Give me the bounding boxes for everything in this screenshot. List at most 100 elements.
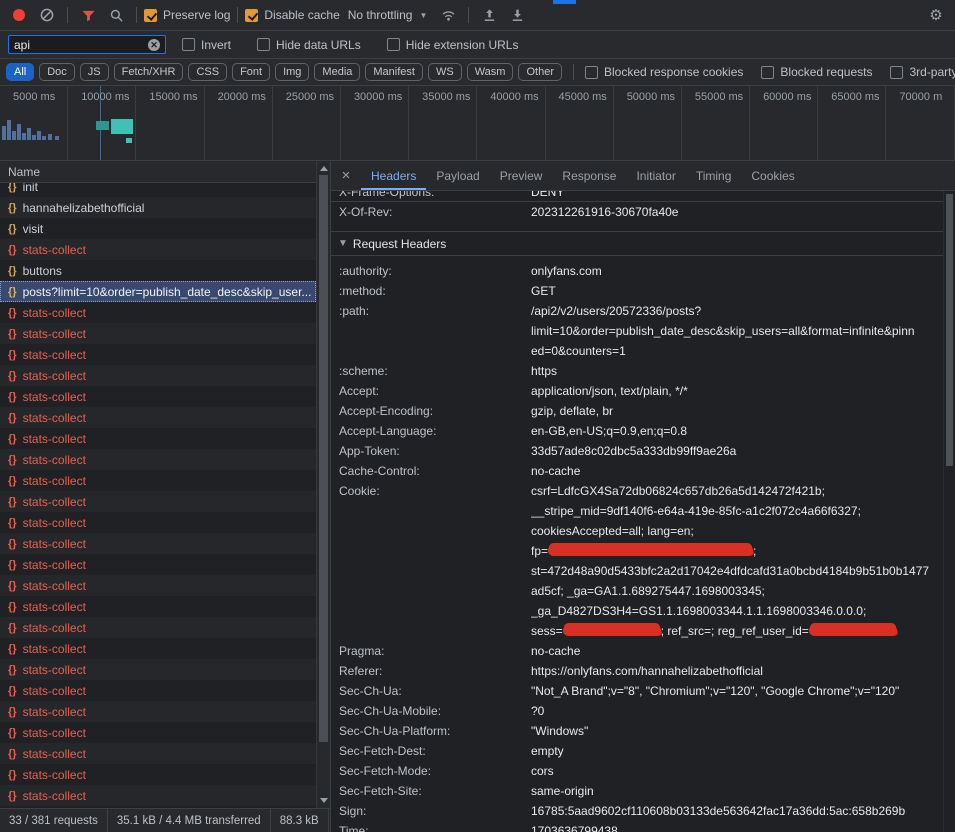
request-list-scrollbar[interactable] bbox=[316, 161, 330, 808]
header-row: Sec-Fetch-Dest: empty bbox=[331, 741, 943, 761]
tab-cookies[interactable]: Cookies bbox=[741, 161, 804, 190]
type-filter-wasm[interactable]: Wasm bbox=[467, 63, 514, 81]
request-row[interactable]: {} stats-collect bbox=[0, 743, 316, 764]
request-row[interactable]: {} hannahelizabethofficial bbox=[0, 197, 316, 218]
tab-payload[interactable]: Payload bbox=[426, 161, 489, 190]
details-scrollbar[interactable] bbox=[943, 191, 955, 832]
request-row[interactable]: {} stats-collect bbox=[0, 302, 316, 323]
type-filter-img[interactable]: Img bbox=[275, 63, 309, 81]
request-row[interactable]: {} stats-collect bbox=[0, 680, 316, 701]
scroll-up-icon[interactable] bbox=[320, 166, 328, 171]
scrollbar-thumb[interactable] bbox=[319, 175, 328, 742]
network-overview-timeline[interactable]: 5000 ms10000 ms15000 ms20000 ms25000 ms3… bbox=[0, 86, 955, 161]
request-row[interactable]: {} stats-collect bbox=[0, 365, 316, 386]
record-button[interactable] bbox=[6, 4, 32, 26]
filter-toggle-button[interactable] bbox=[75, 4, 101, 26]
type-filter-bar: All Doc JS Fetch/XHRCSS Font Img Media Manifest… bbox=[0, 59, 955, 86]
request-row[interactable]: {} stats-collect bbox=[0, 323, 316, 344]
request-row[interactable]: {} posts?limit=10&order=publish_date_des… bbox=[0, 281, 316, 302]
type-filter-other[interactable]: Other bbox=[518, 63, 562, 81]
request-row[interactable]: {} stats-collect bbox=[0, 701, 316, 722]
header-value: GET bbox=[531, 281, 935, 301]
type-filter-js[interactable]: JS bbox=[80, 63, 109, 81]
request-row[interactable]: {} stats-collect bbox=[0, 407, 316, 428]
checkbox-hide-data-urls[interactable]: Hide data URLs bbox=[257, 38, 361, 52]
export-har-button[interactable] bbox=[476, 4, 502, 26]
tab-timing[interactable]: Timing bbox=[686, 161, 742, 190]
header-row: Accept-Encoding: gzip, deflate, br bbox=[331, 401, 943, 421]
request-row[interactable]: {} stats-collect bbox=[0, 554, 316, 575]
search-button[interactable] bbox=[103, 4, 129, 26]
throttling-dropdown[interactable]: No throttling ▼ bbox=[342, 8, 434, 22]
request-row[interactable]: {} stats-collect bbox=[0, 239, 316, 260]
request-row[interactable]: {} buttons bbox=[0, 260, 316, 281]
scroll-down-icon[interactable] bbox=[320, 798, 328, 803]
checkbox-invert[interactable]: Invert bbox=[182, 38, 231, 52]
type-filter-manifest[interactable]: Manifest bbox=[365, 63, 423, 81]
type-filter-ws[interactable]: WS bbox=[428, 63, 462, 81]
details-tabs: HeadersPayloadPreviewResponseInitiatorTi… bbox=[361, 161, 805, 190]
request-name: stats-collect bbox=[23, 789, 86, 803]
toolbar-divider bbox=[136, 7, 137, 23]
type-filter-font[interactable]: Font bbox=[232, 63, 270, 81]
header-row: Referer: https://onlyfans.com/hannaheliz… bbox=[331, 661, 943, 681]
throttling-value: No throttling bbox=[348, 8, 413, 22]
request-row[interactable]: {} stats-collect bbox=[0, 575, 316, 596]
clear-button[interactable] bbox=[34, 4, 60, 26]
checkbox-blocked-response-cookies[interactable]: Blocked response cookies bbox=[585, 65, 743, 79]
preserve-log-checkbox[interactable]: Preserve log bbox=[144, 8, 230, 22]
failed-resource-icon: {} bbox=[8, 643, 17, 655]
request-row[interactable]: {} stats-collect bbox=[0, 785, 316, 806]
checkbox-hide-extension-urls[interactable]: Hide extension URLs bbox=[387, 38, 519, 52]
request-name: stats-collect bbox=[23, 369, 86, 383]
request-row[interactable]: {} stats-collect bbox=[0, 764, 316, 785]
request-row[interactable]: {} stats-collect bbox=[0, 533, 316, 554]
tab-response[interactable]: Response bbox=[552, 161, 626, 190]
type-filter-media[interactable]: Media bbox=[314, 63, 360, 81]
request-row[interactable]: {} stats-collect bbox=[0, 638, 316, 659]
request-row[interactable]: {} stats-collect bbox=[0, 617, 316, 638]
checkbox-blocked-requests[interactable]: Blocked requests bbox=[761, 65, 872, 79]
checkbox-3rd-party-requests[interactable]: 3rd-party requests bbox=[890, 65, 955, 79]
tab-headers[interactable]: Headers bbox=[361, 161, 426, 190]
request-row[interactable]: {} stats-collect bbox=[0, 386, 316, 407]
request-name: stats-collect bbox=[23, 558, 86, 572]
request-row[interactable]: {} stats-collect bbox=[0, 344, 316, 365]
request-row[interactable]: {} stats-collect bbox=[0, 470, 316, 491]
filter-input[interactable]: api ✕ bbox=[8, 35, 166, 54]
checkbox-label: Blocked response cookies bbox=[604, 65, 743, 79]
scrollbar-thumb[interactable] bbox=[946, 194, 953, 466]
name-column-header[interactable]: Name bbox=[0, 161, 316, 183]
request-row[interactable]: {} stats-collect bbox=[0, 512, 316, 533]
type-filter-doc[interactable]: Doc bbox=[39, 63, 75, 81]
request-row[interactable]: {} stats-collect bbox=[0, 659, 316, 680]
close-details-button[interactable]: × bbox=[331, 161, 361, 190]
request-list: {} init {} hannahelizabethofficial {} vi… bbox=[0, 176, 316, 808]
clear-filter-icon[interactable]: ✕ bbox=[148, 39, 160, 51]
disable-cache-checkbox[interactable]: Disable cache bbox=[245, 8, 339, 22]
import-har-button[interactable] bbox=[504, 4, 530, 26]
request-headers-section[interactable]: ▼ Request Headers bbox=[331, 231, 943, 256]
request-row[interactable]: {} stats-collect bbox=[0, 596, 316, 617]
network-main: Name {} init {} hannahelizabethofficial … bbox=[0, 161, 955, 832]
type-filter-all[interactable]: All bbox=[6, 63, 34, 81]
network-conditions-button[interactable] bbox=[435, 4, 461, 26]
request-row[interactable]: {} stats-collect bbox=[0, 428, 316, 449]
header-name: Time: bbox=[339, 821, 531, 832]
header-name: Pragma: bbox=[339, 641, 531, 661]
json-resource-icon: {} bbox=[8, 223, 17, 235]
request-row[interactable]: {} stats-collect bbox=[0, 722, 316, 743]
record-icon bbox=[13, 9, 25, 21]
request-row[interactable]: {} visit bbox=[0, 218, 316, 239]
type-filter-fetch-xhr[interactable]: Fetch/XHR bbox=[114, 63, 184, 81]
request-row[interactable]: {} stats-collect bbox=[0, 449, 316, 470]
checkbox-box bbox=[144, 9, 157, 22]
tab-initiator[interactable]: Initiator bbox=[626, 161, 685, 190]
preserve-log-label: Preserve log bbox=[163, 8, 230, 22]
tab-preview[interactable]: Preview bbox=[490, 161, 553, 190]
type-filter-css[interactable]: CSS bbox=[188, 63, 227, 81]
timeline-tick-label: 15000 ms bbox=[136, 86, 204, 160]
settings-button[interactable]: ⚙ bbox=[923, 4, 949, 26]
failed-resource-icon: {} bbox=[8, 433, 17, 445]
request-row[interactable]: {} stats-collect bbox=[0, 491, 316, 512]
